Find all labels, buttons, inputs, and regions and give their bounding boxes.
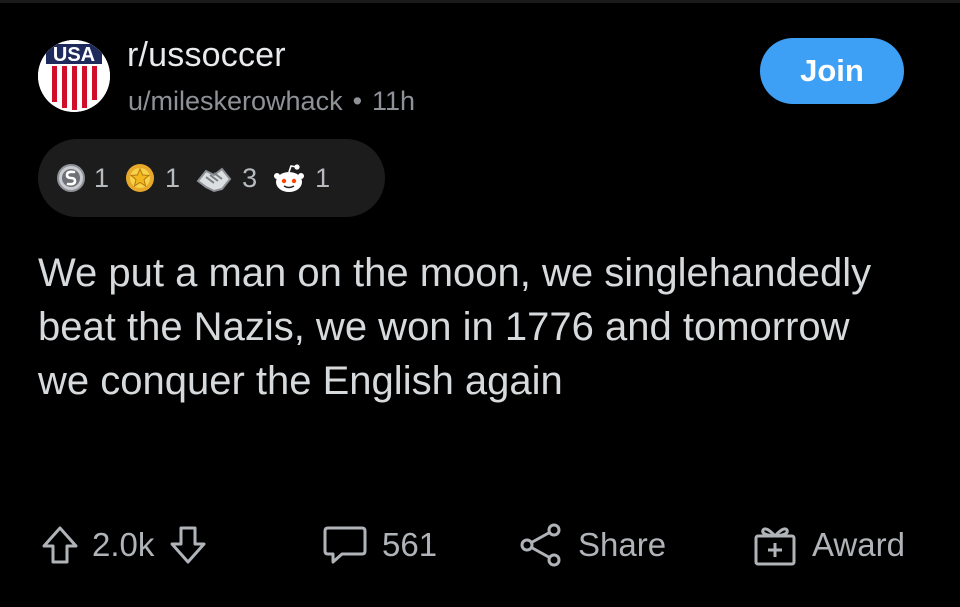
post-meta: u/mileskerowhack • 11h <box>128 86 415 117</box>
comment-bubble-icon <box>323 526 367 564</box>
award-count: 1 <box>315 162 331 193</box>
vote-controls: 2.0k <box>40 514 208 576</box>
downvote-icon[interactable] <box>168 524 208 566</box>
silver-award-icon <box>57 164 85 192</box>
award-count: 1 <box>165 162 181 193</box>
award-count: 1 <box>94 162 110 193</box>
award-item: 1 <box>271 161 330 195</box>
snoo-award-icon <box>274 164 305 192</box>
top-border <box>0 0 960 3</box>
upvote-icon[interactable] <box>40 524 80 566</box>
award-item: 1 <box>123 161 180 195</box>
award-count: 3 <box>242 162 258 193</box>
subreddit-name[interactable]: r/ussoccer <box>127 36 286 75</box>
svg-text:USA: USA <box>53 44 95 66</box>
post-age: 11h <box>372 86 416 116</box>
share-icon <box>520 523 561 567</box>
post-action-bar: 2.0k 561 Share Award <box>0 514 960 576</box>
share-label: Share <box>578 526 667 563</box>
comment-count: 561 <box>382 526 438 563</box>
post-title[interactable]: We put a man on the moon, we singlehande… <box>38 246 898 408</box>
award-item: 3 <box>194 161 257 195</box>
join-button[interactable]: Join <box>760 38 904 104</box>
subreddit-avatar[interactable]: USA <box>38 40 110 112</box>
gold-star-award-icon <box>126 164 155 192</box>
us-soccer-crest-icon: USA <box>38 40 110 112</box>
award-item: 1 <box>56 161 109 195</box>
share-button[interactable]: Share <box>518 514 666 576</box>
comments-button[interactable]: 561 <box>322 514 437 576</box>
awards-pill[interactable]: 1 1 3 1 <box>38 139 385 217</box>
vote-score: 2.0k <box>92 526 155 563</box>
gift-icon <box>754 527 796 566</box>
meta-separator: • <box>352 86 363 116</box>
author-name[interactable]: u/mileskerowhack <box>128 86 343 117</box>
award-label: Award <box>812 526 905 563</box>
award-button[interactable]: Award <box>752 514 905 576</box>
handshake-award-icon <box>196 167 232 193</box>
